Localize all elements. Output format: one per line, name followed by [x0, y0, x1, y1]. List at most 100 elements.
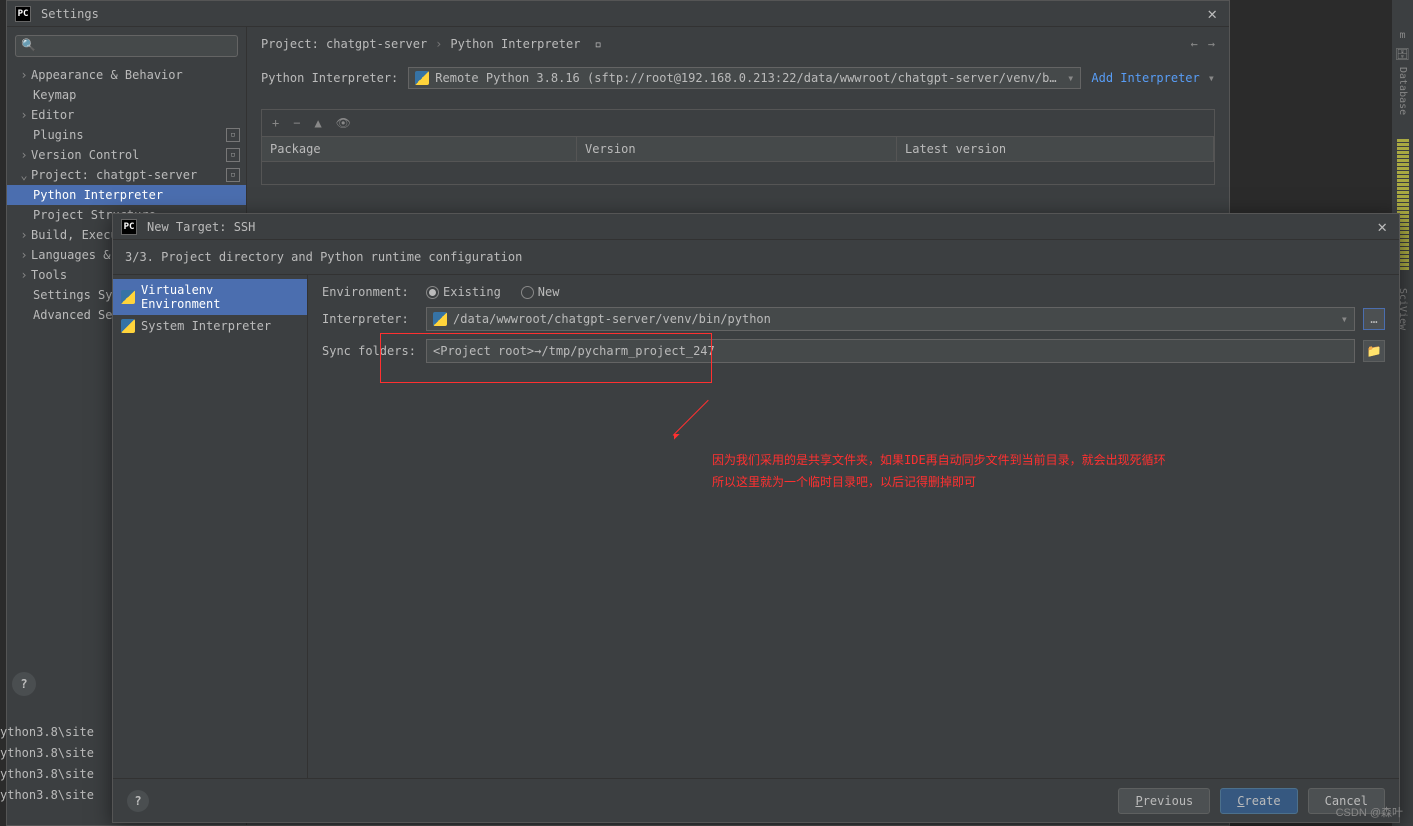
radio-new[interactable]: New	[521, 285, 560, 299]
previous-button[interactable]: Previous	[1118, 788, 1210, 814]
radio-label: New	[538, 285, 560, 299]
close-icon[interactable]: ✕	[1203, 4, 1221, 23]
console-line: ython3.8\site	[0, 764, 94, 785]
help-icon[interactable]: ?	[127, 790, 149, 812]
breadcrumb-part: Python Interpreter	[450, 37, 580, 51]
chevron-right-icon: ›	[17, 148, 31, 162]
environment-radios: Existing New	[426, 285, 559, 299]
project-badge-icon: ▫	[226, 128, 240, 142]
tree-label: Keymap	[33, 88, 76, 102]
breadcrumb: Project: chatgpt-server › Python Interpr…	[247, 27, 1229, 61]
venv-environment-item[interactable]: Virtualenv Environment	[113, 279, 307, 315]
console-output: ython3.8\site ython3.8\site ython3.8\sit…	[0, 722, 94, 806]
sync-folders-input[interactable]: <Project root>→/tmp/pycharm_project_247	[426, 339, 1355, 363]
chevron-right-icon: ›	[17, 228, 31, 242]
marker	[1397, 151, 1409, 154]
back-icon[interactable]: ←	[1191, 37, 1198, 51]
tree-label: Version Control	[31, 148, 139, 162]
console-line: ython3.8\site	[0, 743, 94, 764]
environment-label: Environment:	[322, 285, 418, 299]
interpreter-label: Python Interpreter:	[261, 71, 398, 85]
marker	[1397, 203, 1409, 206]
radio-label: Existing	[443, 285, 501, 299]
m-icon[interactable]: m	[1399, 30, 1405, 41]
tree-version-control[interactable]: ›Version Control ▫	[7, 145, 246, 165]
tree-label: Python Interpreter	[33, 188, 163, 202]
marker	[1397, 139, 1409, 142]
eye-icon[interactable]: 👁	[336, 116, 351, 130]
interpreter-path-value: /data/wwwroot/chatgpt-server/venv/bin/py…	[453, 312, 771, 326]
add-icon[interactable]: +	[272, 116, 279, 130]
python-icon	[415, 71, 429, 85]
interpreter-value: Remote Python 3.8.16 (sftp://root@192.16…	[435, 71, 1057, 85]
ssh-titlebar: PC New Target: SSH ✕	[113, 214, 1399, 240]
interpreter-path-input[interactable]: /data/wwwroot/chatgpt-server/venv/bin/py…	[426, 307, 1355, 331]
marker	[1397, 199, 1409, 202]
tree-project[interactable]: ⌄Project: chatgpt-server▫	[7, 165, 246, 185]
col-latest[interactable]: Latest version	[897, 137, 1214, 161]
tree-label: Appearance & Behavior	[31, 68, 183, 82]
sync-folders-label: Sync folders:	[322, 344, 418, 358]
pycharm-icon: PC	[15, 6, 31, 22]
tree-appearance[interactable]: ›Appearance & Behavior	[7, 65, 246, 85]
search-box: 🔍	[15, 35, 238, 57]
chevron-right-icon: ›	[17, 68, 31, 82]
marker	[1397, 167, 1409, 170]
interpreter-select[interactable]: Remote Python 3.8.16 (sftp://root@192.16…	[408, 67, 1081, 89]
chevron-right-icon: ›	[17, 108, 31, 122]
settings-titlebar: PC Settings ✕	[7, 1, 1229, 27]
packages-toolbar: + − ▲ 👁	[262, 110, 1214, 137]
chevron-down-icon: ⌄	[17, 168, 31, 182]
folder-browse-button[interactable]: 📁	[1363, 340, 1385, 362]
breadcrumb-part: Project: chatgpt-server	[261, 37, 427, 51]
col-version[interactable]: Version	[577, 137, 897, 161]
forward-icon[interactable]: →	[1208, 37, 1215, 51]
interpreter-row: Python Interpreter: Remote Python 3.8.16…	[247, 61, 1229, 95]
chevron-right-icon: ›	[17, 268, 31, 282]
remove-icon[interactable]: −	[293, 116, 300, 130]
marker	[1397, 163, 1409, 166]
annotation-arrow	[673, 390, 733, 450]
chevron-down-icon: ▾	[1341, 312, 1348, 326]
project-badge-icon: ▫	[226, 148, 240, 162]
marker	[1397, 159, 1409, 162]
tree-label: Tools	[31, 268, 67, 282]
tree-editor[interactable]: ›Editor	[7, 105, 246, 125]
system-interpreter-item[interactable]: System Interpreter	[113, 315, 307, 337]
sync-folders-value: <Project root>→/tmp/pycharm_project_247	[433, 344, 715, 358]
annotation-line: 所以这里就为一个临时目录吧，以后记得删掉即可	[712, 471, 1166, 493]
annotation-line: 因为我们采用的是共享文件夹，如果IDE再自动同步文件到当前目录，就会出现死循环	[712, 449, 1166, 471]
marker	[1397, 183, 1409, 186]
tree-label: Project: chatgpt-server	[31, 168, 197, 182]
close-icon[interactable]: ✕	[1373, 217, 1391, 236]
radio-existing[interactable]: Existing	[426, 285, 501, 299]
search-input[interactable]	[15, 35, 238, 57]
python-icon	[121, 290, 135, 304]
add-interpreter-link[interactable]: Add Interpreter▾	[1091, 71, 1215, 85]
packages-body	[262, 162, 1214, 184]
tree-plugins[interactable]: Plugins ▫	[7, 125, 246, 145]
marker	[1397, 179, 1409, 182]
col-package[interactable]: Package	[262, 137, 577, 161]
tree-label: Plugins	[33, 128, 84, 142]
browse-button[interactable]: …	[1363, 308, 1385, 330]
upgrade-icon[interactable]: ▲	[314, 116, 321, 130]
tree-python-interpreter[interactable]: Python Interpreter	[7, 185, 246, 205]
create-button[interactable]: Create	[1220, 788, 1297, 814]
marker	[1397, 195, 1409, 198]
database-icon[interactable]: 🗄	[1395, 47, 1410, 61]
interpreter-path-row: Interpreter: /data/wwwroot/chatgpt-serve…	[322, 307, 1385, 331]
help-icon[interactable]: ?	[12, 672, 36, 696]
ssh-subtitle: 3/3. Project directory and Python runtim…	[113, 240, 1399, 274]
radio-dot-icon	[521, 286, 534, 299]
python-icon	[121, 319, 135, 333]
chevron-down-icon: ▾	[1208, 71, 1215, 85]
pycharm-icon: PC	[121, 219, 137, 235]
ssh-dialog: PC New Target: SSH ✕ 3/3. Project direct…	[112, 213, 1400, 823]
interpreter-path-label: Interpreter:	[322, 312, 418, 326]
marker	[1397, 143, 1409, 146]
database-tab[interactable]: Database	[1397, 67, 1408, 115]
tree-label: Editor	[31, 108, 74, 122]
tree-keymap[interactable]: Keymap	[7, 85, 246, 105]
search-icon: 🔍	[21, 38, 36, 52]
